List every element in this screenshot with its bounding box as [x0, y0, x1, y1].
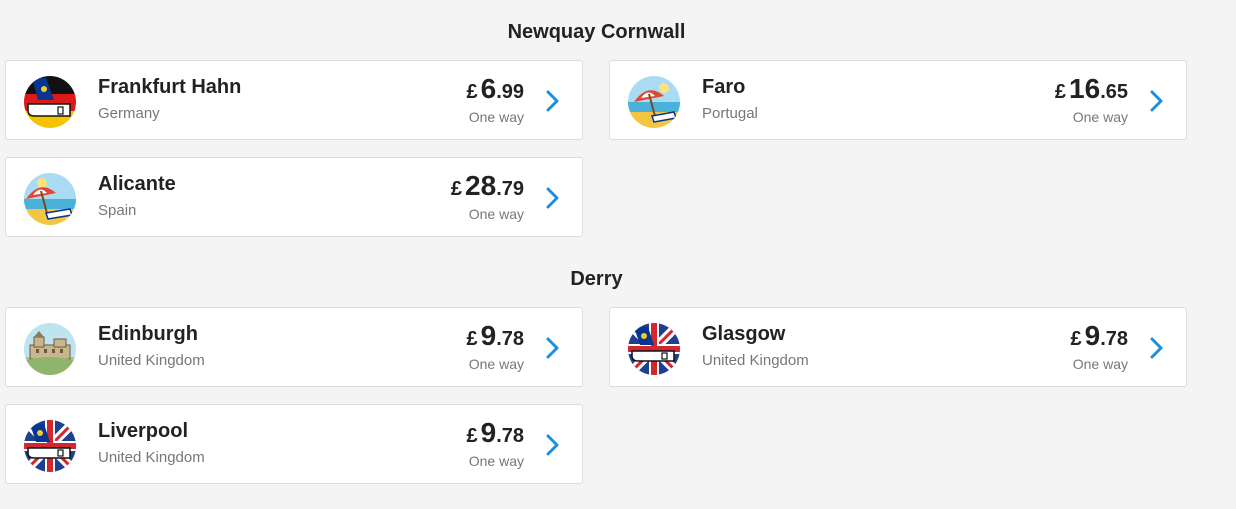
destination-city: Glasgow — [702, 323, 786, 345]
destination-city: Faro — [702, 76, 746, 98]
price-integer: 9 — [480, 417, 497, 448]
price-decimal: .78 — [496, 425, 524, 447]
destination-country: Spain — [98, 202, 137, 219]
fare-price: £9.78 — [466, 320, 524, 352]
chevron-right-icon[interactable] — [1150, 337, 1164, 359]
chevron-right-icon[interactable] — [546, 337, 560, 359]
currency-symbol: £ — [466, 425, 478, 447]
destination-card-alicante[interactable]: Alicante Spain £28.79 One way — [5, 157, 583, 237]
germany-flag-plane-icon — [24, 76, 76, 128]
price-decimal: .65 — [1100, 81, 1128, 103]
beach-umbrella-icon — [628, 76, 680, 128]
destination-card-liverpool[interactable]: Liverpool United Kingdom £9.78 One way — [5, 404, 583, 484]
destination-card-edinburgh[interactable]: Edinburgh United Kingdom £9.78 One way — [5, 307, 583, 387]
destination-country: Germany — [98, 105, 160, 122]
destination-city: Liverpool — [98, 420, 189, 442]
price-decimal: .78 — [496, 328, 524, 350]
destination-city: Edinburgh — [98, 323, 198, 345]
fare-price: £6.99 — [466, 73, 524, 105]
currency-symbol: £ — [1054, 81, 1067, 103]
group-title-derry: Derry — [570, 268, 623, 290]
fare-price: £16.65 — [1055, 73, 1128, 105]
price-integer: 28 — [465, 170, 497, 201]
fare-price: £9.78 — [1070, 320, 1128, 352]
currency-symbol: £ — [450, 178, 463, 200]
currency-symbol: £ — [466, 328, 478, 350]
uk-flag-plane-icon — [24, 420, 76, 472]
fare-type: One way — [1072, 109, 1128, 125]
beach-umbrella-icon — [24, 173, 76, 225]
currency-symbol: £ — [466, 81, 478, 103]
fare-type: One way — [468, 206, 524, 222]
fare-type: One way — [468, 109, 524, 125]
destination-country: United Kingdom — [702, 352, 809, 369]
price-integer: 9 — [480, 320, 497, 351]
price-decimal: .78 — [1100, 328, 1128, 350]
destination-city: Alicante — [98, 173, 176, 195]
price-integer: 6 — [480, 73, 497, 104]
chevron-right-icon[interactable] — [546, 90, 560, 112]
fare-price: £9.78 — [466, 417, 524, 449]
uk-flag-plane-icon — [628, 323, 680, 375]
chevron-right-icon[interactable] — [546, 187, 560, 209]
price-integer: 16 — [1069, 73, 1101, 104]
price-decimal: .79 — [496, 178, 524, 200]
group-title-newquay: Newquay Cornwall — [507, 21, 686, 43]
price-integer: 9 — [1084, 320, 1101, 351]
destination-card-frankfurt-hahn[interactable]: Frankfurt Hahn Germany £6.99 One way — [5, 60, 583, 140]
destination-city: Frankfurt Hahn — [98, 76, 242, 98]
fare-price: £28.79 — [451, 170, 524, 202]
fare-type: One way — [468, 453, 524, 469]
chevron-right-icon[interactable] — [546, 434, 560, 456]
currency-symbol: £ — [1070, 328, 1082, 350]
destination-card-faro[interactable]: Faro Portugal £16.65 One way — [609, 60, 1187, 140]
destination-country: United Kingdom — [98, 449, 205, 466]
price-decimal: .99 — [496, 81, 524, 103]
destination-country: United Kingdom — [98, 352, 205, 369]
destination-card-glasgow[interactable]: Glasgow United Kingdom £9.78 One way — [609, 307, 1187, 387]
chevron-right-icon[interactable] — [1150, 90, 1164, 112]
castle-icon — [24, 323, 76, 375]
destination-country: Portugal — [702, 105, 758, 122]
fare-type: One way — [1072, 356, 1128, 372]
fare-type: One way — [468, 356, 524, 372]
